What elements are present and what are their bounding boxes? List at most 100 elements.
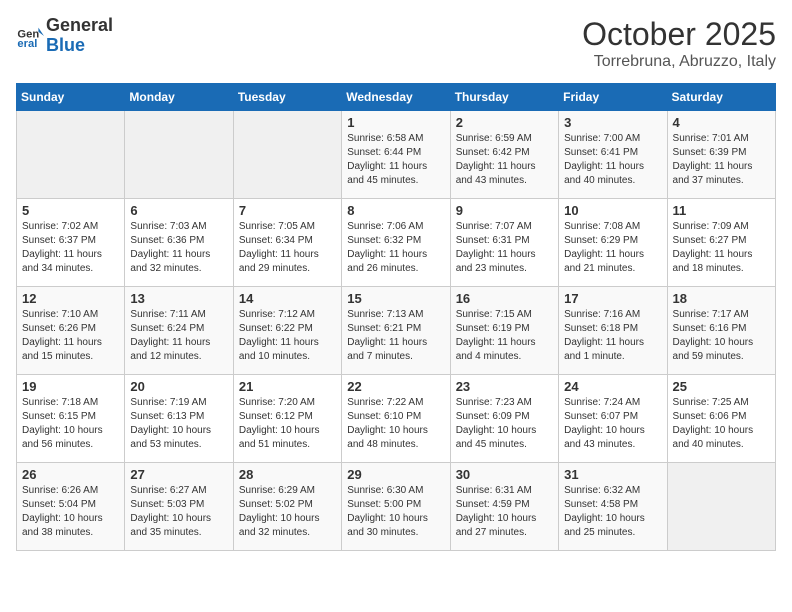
weekday-header-cell: Friday <box>559 84 667 111</box>
day-number: 10 <box>564 203 661 218</box>
calendar-day-cell: 19 Sunrise: 7:18 AM Sunset: 6:15 PM Dayli… <box>17 375 125 463</box>
weekday-header-cell: Monday <box>125 84 233 111</box>
day-info: Sunrise: 6:31 AM Sunset: 4:59 PM Dayligh… <box>456 484 553 540</box>
calendar-day-cell: 2 Sunrise: 6:59 AM Sunset: 6:42 PM Daylig… <box>450 111 558 199</box>
day-number: 11 <box>673 203 770 218</box>
day-number: 17 <box>564 291 661 306</box>
day-number: 4 <box>673 115 770 130</box>
calendar-day-cell: 7 Sunrise: 7:05 AM Sunset: 6:34 PM Daylig… <box>233 199 341 287</box>
day-number: 9 <box>456 203 553 218</box>
day-info: Sunrise: 7:00 AM Sunset: 6:41 PM Dayligh… <box>564 132 661 188</box>
page-header: Gen eral General Blue October 2025 Torre… <box>16 16 776 71</box>
day-number: 29 <box>347 467 444 482</box>
day-number: 16 <box>456 291 553 306</box>
month-title: October 2025 <box>582 16 776 53</box>
calendar-day-cell: 4 Sunrise: 7:01 AM Sunset: 6:39 PM Daylig… <box>667 111 775 199</box>
day-number: 19 <box>22 379 119 394</box>
day-info: Sunrise: 6:59 AM Sunset: 6:42 PM Dayligh… <box>456 132 553 188</box>
day-number: 8 <box>347 203 444 218</box>
svg-text:eral: eral <box>17 38 37 50</box>
day-info: Sunrise: 6:58 AM Sunset: 6:44 PM Dayligh… <box>347 132 444 188</box>
day-info: Sunrise: 6:29 AM Sunset: 5:02 PM Dayligh… <box>239 484 336 540</box>
day-number: 3 <box>564 115 661 130</box>
day-info: Sunrise: 7:03 AM Sunset: 6:36 PM Dayligh… <box>130 220 227 276</box>
day-info: Sunrise: 7:19 AM Sunset: 6:13 PM Dayligh… <box>130 396 227 452</box>
day-number: 21 <box>239 379 336 394</box>
calendar-day-cell: 9 Sunrise: 7:07 AM Sunset: 6:31 PM Daylig… <box>450 199 558 287</box>
calendar-body: 1Sunrise: 6:58 AM Sunset: 6:44 PM Daylig… <box>17 111 776 551</box>
calendar-week-row: 19 Sunrise: 7:18 AM Sunset: 6:15 PM Dayli… <box>17 375 776 463</box>
day-info: Sunrise: 7:10 AM Sunset: 6:26 PM Dayligh… <box>22 308 119 364</box>
calendar-day-cell: 5 Sunrise: 7:02 AM Sunset: 6:37 PM Daylig… <box>17 199 125 287</box>
day-number: 15 <box>347 291 444 306</box>
calendar-day-cell: 15 Sunrise: 7:13 AM Sunset: 6:21 PM Dayli… <box>342 287 450 375</box>
logo: Gen eral General Blue <box>16 16 113 56</box>
calendar-day-cell: 24 Sunrise: 7:24 AM Sunset: 6:07 PM Dayli… <box>559 375 667 463</box>
location-title: Torrebruna, Abruzzo, Italy <box>582 53 776 71</box>
day-info: Sunrise: 7:24 AM Sunset: 6:07 PM Dayligh… <box>564 396 661 452</box>
day-number: 18 <box>673 291 770 306</box>
day-info: Sunrise: 7:16 AM Sunset: 6:18 PM Dayligh… <box>564 308 661 364</box>
day-info: Sunrise: 7:11 AM Sunset: 6:24 PM Dayligh… <box>130 308 227 364</box>
calendar-day-cell: 11Sunrise: 7:09 AM Sunset: 6:27 PM Dayli… <box>667 199 775 287</box>
calendar-day-cell: 3 Sunrise: 7:00 AM Sunset: 6:41 PM Daylig… <box>559 111 667 199</box>
day-number: 7 <box>239 203 336 218</box>
title-block: October 2025 Torrebruna, Abruzzo, Italy <box>582 16 776 71</box>
calendar-day-cell: 30Sunrise: 6:31 AM Sunset: 4:59 PM Dayli… <box>450 463 558 551</box>
calendar-day-cell: 12 Sunrise: 7:10 AM Sunset: 6:26 PM Dayli… <box>17 287 125 375</box>
day-info: Sunrise: 7:17 AM Sunset: 6:16 PM Dayligh… <box>673 308 770 364</box>
calendar-day-cell: 20 Sunrise: 7:19 AM Sunset: 6:13 PM Dayli… <box>125 375 233 463</box>
weekday-header-row: SundayMondayTuesdayWednesdayThursdayFrid… <box>17 84 776 111</box>
calendar-day-cell: 22 Sunrise: 7:22 AM Sunset: 6:10 PM Dayli… <box>342 375 450 463</box>
day-number: 20 <box>130 379 227 394</box>
day-number: 5 <box>22 203 119 218</box>
day-number: 2 <box>456 115 553 130</box>
day-info: Sunrise: 7:22 AM Sunset: 6:10 PM Dayligh… <box>347 396 444 452</box>
weekday-header-cell: Saturday <box>667 84 775 111</box>
day-info: Sunrise: 7:06 AM Sunset: 6:32 PM Dayligh… <box>347 220 444 276</box>
day-number: 27 <box>130 467 227 482</box>
calendar-week-row: 1Sunrise: 6:58 AM Sunset: 6:44 PM Daylig… <box>17 111 776 199</box>
day-number: 25 <box>673 379 770 394</box>
calendar-day-cell: 10Sunrise: 7:08 AM Sunset: 6:29 PM Dayli… <box>559 199 667 287</box>
day-number: 26 <box>22 467 119 482</box>
day-info: Sunrise: 7:15 AM Sunset: 6:19 PM Dayligh… <box>456 308 553 364</box>
logo-line2: Blue <box>46 35 85 55</box>
day-number: 6 <box>130 203 227 218</box>
day-info: Sunrise: 6:27 AM Sunset: 5:03 PM Dayligh… <box>130 484 227 540</box>
logo-text: General Blue <box>46 16 113 56</box>
weekday-header-cell: Sunday <box>17 84 125 111</box>
calendar-day-cell: 21 Sunrise: 7:20 AM Sunset: 6:12 PM Dayli… <box>233 375 341 463</box>
calendar-day-cell: 6 Sunrise: 7:03 AM Sunset: 6:36 PM Daylig… <box>125 199 233 287</box>
day-info: Sunrise: 7:18 AM Sunset: 6:15 PM Dayligh… <box>22 396 119 452</box>
calendar-day-cell: 18 Sunrise: 7:17 AM Sunset: 6:16 PM Dayli… <box>667 287 775 375</box>
calendar-day-cell: 1Sunrise: 6:58 AM Sunset: 6:44 PM Daylig… <box>342 111 450 199</box>
day-info: Sunrise: 7:07 AM Sunset: 6:31 PM Dayligh… <box>456 220 553 276</box>
day-number: 28 <box>239 467 336 482</box>
calendar-day-cell: 16 Sunrise: 7:15 AM Sunset: 6:19 PM Dayli… <box>450 287 558 375</box>
calendar-day-cell: 8 Sunrise: 7:06 AM Sunset: 6:32 PM Daylig… <box>342 199 450 287</box>
day-info: Sunrise: 7:20 AM Sunset: 6:12 PM Dayligh… <box>239 396 336 452</box>
day-number: 23 <box>456 379 553 394</box>
calendar-day-cell: 31Sunrise: 6:32 AM Sunset: 4:58 PM Dayli… <box>559 463 667 551</box>
day-number: 13 <box>130 291 227 306</box>
day-info: Sunrise: 6:32 AM Sunset: 4:58 PM Dayligh… <box>564 484 661 540</box>
day-info: Sunrise: 7:05 AM Sunset: 6:34 PM Dayligh… <box>239 220 336 276</box>
day-info: Sunrise: 7:13 AM Sunset: 6:21 PM Dayligh… <box>347 308 444 364</box>
calendar-day-cell: 14Sunrise: 7:12 AM Sunset: 6:22 PM Dayli… <box>233 287 341 375</box>
calendar-day-cell <box>125 111 233 199</box>
day-number: 22 <box>347 379 444 394</box>
calendar-week-row: 26Sunrise: 6:26 AM Sunset: 5:04 PM Dayli… <box>17 463 776 551</box>
calendar-day-cell <box>233 111 341 199</box>
weekday-header-cell: Wednesday <box>342 84 450 111</box>
day-info: Sunrise: 7:01 AM Sunset: 6:39 PM Dayligh… <box>673 132 770 188</box>
logo-line1: General <box>46 15 113 35</box>
day-info: Sunrise: 7:23 AM Sunset: 6:09 PM Dayligh… <box>456 396 553 452</box>
calendar-day-cell: 25Sunrise: 7:25 AM Sunset: 6:06 PM Dayli… <box>667 375 775 463</box>
calendar-week-row: 12 Sunrise: 7:10 AM Sunset: 6:26 PM Dayli… <box>17 287 776 375</box>
day-number: 24 <box>564 379 661 394</box>
day-info: Sunrise: 7:02 AM Sunset: 6:37 PM Dayligh… <box>22 220 119 276</box>
day-number: 12 <box>22 291 119 306</box>
calendar-table: SundayMondayTuesdayWednesdayThursdayFrid… <box>16 83 776 551</box>
weekday-header-cell: Tuesday <box>233 84 341 111</box>
